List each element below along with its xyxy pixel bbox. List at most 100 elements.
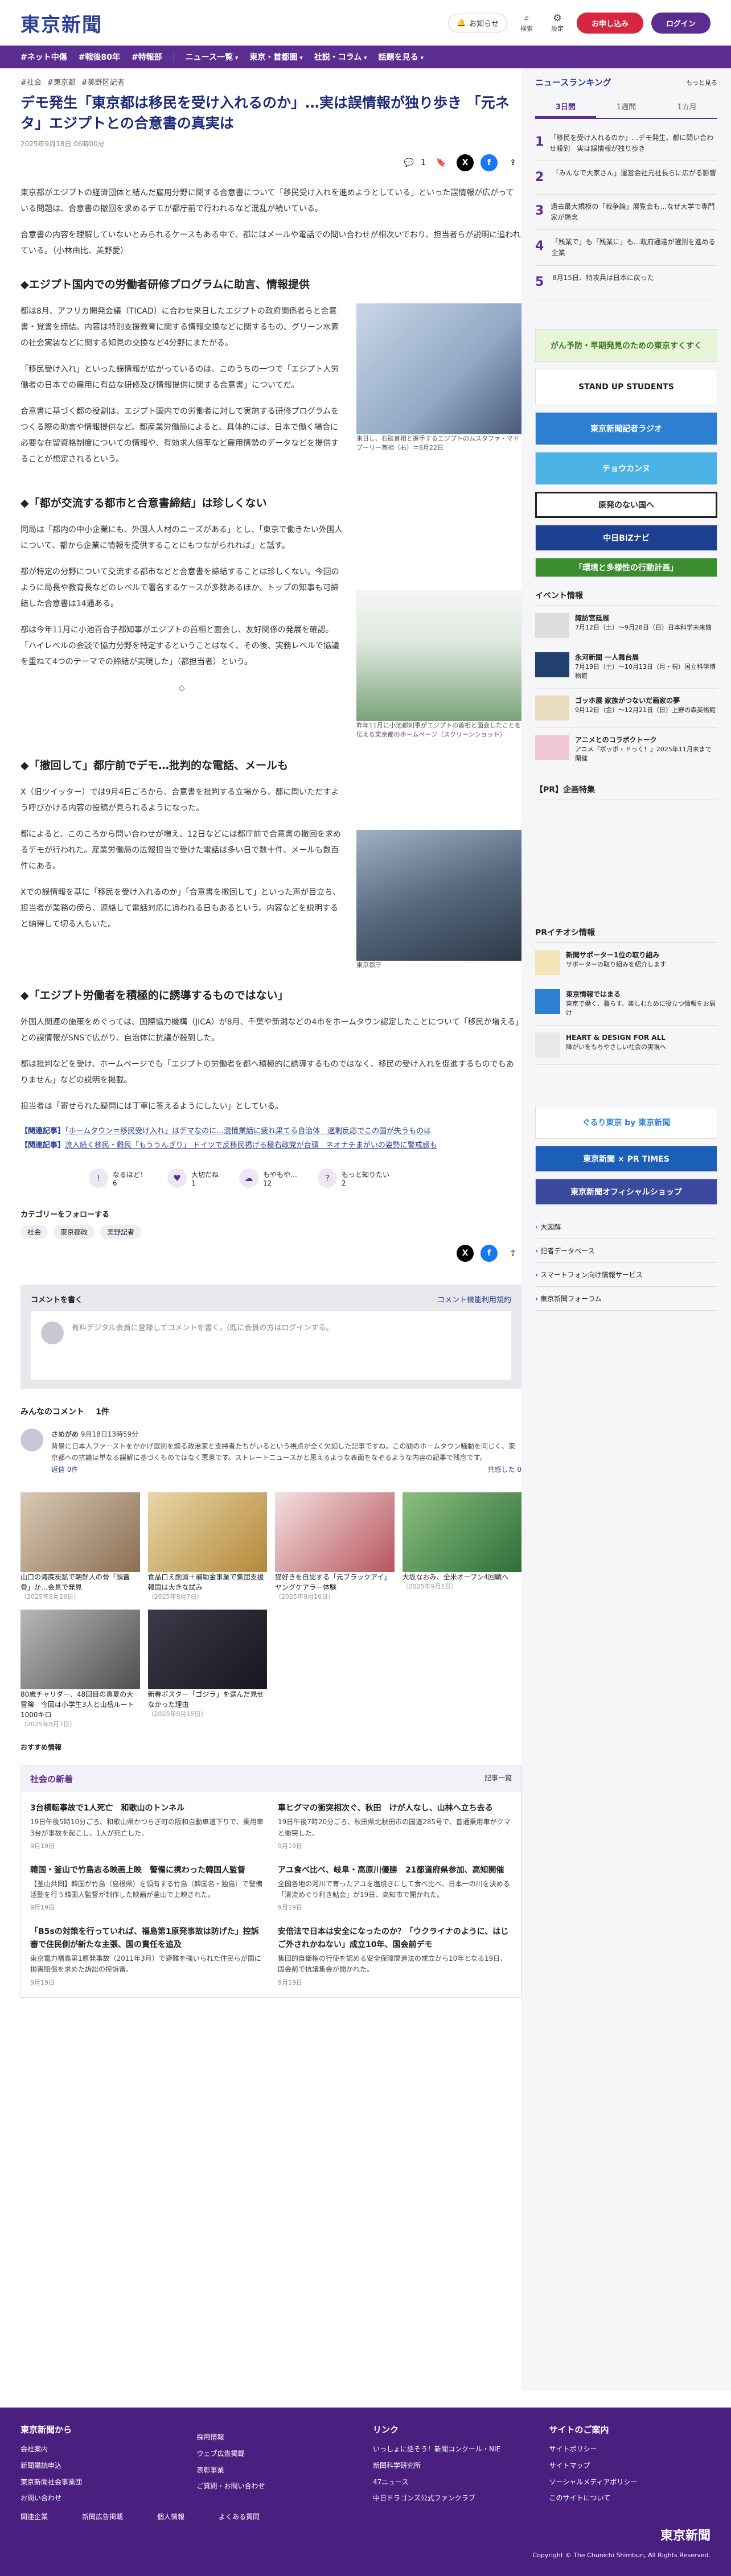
footer-link[interactable]: サイトマップ — [549, 2458, 711, 2474]
news-item[interactable]: 車ヒグマの衝突相次ぐ、秋田 けが人なし、山林へ立ち去る 19日午後7時20分ごろ、… — [278, 1802, 512, 1850]
news-card[interactable]: 大坂なおみ、全米オープン4回戦へ （2025年9月1日） — [402, 1492, 521, 1602]
footer-logo[interactable]: 東京新聞 — [20, 2525, 711, 2544]
news-card[interactable]: 80歳チャリダー、48回目の真夏の大冒険 今回は小学生3人と山岳ルート1000キ… — [20, 1610, 140, 1730]
news-card[interactable]: 山口の海底炭鉱で朝鮮人の骨「頭蓋骨」か…会見で発見 （2025年8月26日） — [20, 1492, 140, 1602]
footer-link[interactable]: 47ニュース — [373, 2474, 535, 2491]
footer-link[interactable]: 新聞購読申込 — [20, 2458, 182, 2474]
banner[interactable]: ぐるり東京 by 東京新聞 — [535, 1105, 717, 1139]
banner[interactable]: 東京新聞記者ラジオ — [535, 411, 717, 445]
nav-editorial[interactable]: 社説・コラム — [314, 51, 367, 63]
banner[interactable]: 中日BiZナビ — [535, 524, 717, 551]
footer-link[interactable]: 新聞広告掲載 — [82, 2509, 123, 2525]
ranking-item[interactable]: 1 「移民を受け入れるのか」…デモ発生、都に問い合わせ殺到 実は誤情報が独り歩き — [535, 126, 717, 162]
ranking-tab-month[interactable]: 1カ月 — [656, 96, 717, 118]
nav-news-list[interactable]: ニュース一覧 — [186, 51, 239, 63]
footer-link[interactable]: 東京新聞社会事業団 — [20, 2474, 182, 2491]
ranking-item[interactable]: 4 「残業で」も「残業に」も…政府通達が選別を進める企業 — [535, 230, 717, 266]
footer-link[interactable]: 会社案内 — [20, 2441, 182, 2458]
event-item[interactable]: ゴッホ展 家族がつないだ画家の夢 9月12日（金）〜12月21日（日）上野の森美術… — [535, 689, 717, 728]
tag-link[interactable]: 社会 — [20, 76, 42, 87]
share-icon[interactable]: ⇪ — [504, 1245, 521, 1262]
news-item[interactable]: 安倍法で日本は安全になったのか？「ウクライナのように、はじご外されかねない」成立… — [278, 1925, 512, 1986]
footer-link[interactable]: よくある質問 — [219, 2509, 260, 2525]
settings-button[interactable]: ⚙ 設定 — [546, 13, 569, 33]
nav-topics[interactable]: 話題を見る — [379, 51, 424, 63]
comment-prompt[interactable]: 有料デジタル会員に登録してコメントを書く。(既に会員の方はログインする。 — [72, 1322, 333, 1369]
side-link[interactable]: スマートフォン向け情報サービス — [535, 1263, 717, 1287]
banner[interactable]: がん予防・早期発見のための東京すくすく — [535, 328, 717, 362]
news-card[interactable]: 食品口え削減＋補助金事業で集団支援 韓国は大きな試み （2025年8月7日） — [147, 1492, 271, 1602]
event-item[interactable]: 永河新聞 一人舞台展 7月19日（土）〜10月13日（月・祝）国立科学博物館 — [535, 645, 717, 689]
tag-link[interactable]: 東京都 — [47, 76, 76, 87]
nav-tag-1[interactable]: #ネット中傷 — [20, 51, 67, 63]
follow-chip[interactable]: 社会 — [20, 1225, 48, 1240]
banner[interactable]: チョウカンヌ — [535, 451, 717, 485]
side-link[interactable]: 記者データベース — [535, 1239, 717, 1263]
notification-button[interactable]: 🔔 お知らせ — [448, 13, 507, 32]
news-card[interactable]: 新春ポスター「ゴジラ」を選んだ見せなかった理由 （2025年9月15日） — [147, 1610, 267, 1730]
reaction-button[interactable]: ☁ もやもや… 12 — [239, 1168, 297, 1188]
banner[interactable]: 東京新聞 × PR TIMES — [535, 1145, 717, 1172]
comment-rules-link[interactable]: コメント機能利用規約 — [437, 1294, 511, 1305]
reply-link[interactable]: 返信 0件 — [51, 1464, 78, 1475]
pr-item[interactable]: HEART & DESIGN FOR ALL 障がいをもちやさしい社会の実現へ — [535, 1026, 717, 1065]
nav-tag-3[interactable]: #特報部 — [132, 51, 162, 63]
ranking-tab-3days[interactable]: 3日間 — [535, 96, 596, 118]
photo-tokyo-city-hall[interactable] — [356, 829, 521, 961]
footer-link[interactable]: いっしょに話そう！新聞コンクール・NIE — [373, 2441, 535, 2458]
news-item[interactable]: 3台横転事故で1人死亡 和歌山のトンネル 19日午後5時10分ごろ、和歌山県かつら… — [30, 1802, 264, 1850]
x-share-icon[interactable]: X — [457, 1245, 474, 1262]
site-logo[interactable]: 東京新聞 — [20, 9, 102, 37]
related-link-1[interactable]: 「ホームタウン＝移民受け入れ」はデマなのに…混情業話に疲れ果てる自治体 過剰反応… — [65, 1127, 431, 1135]
related-link-2[interactable]: 流入続く移民・難民「もううんざり」 ドイツで反移民掲げる極右政党が台頭 ネオナチ… — [65, 1141, 437, 1150]
ranking-tab-week[interactable]: 1週間 — [596, 96, 657, 118]
footer-link[interactable]: サイトポリシー — [549, 2441, 711, 2458]
side-link[interactable]: 大図解 — [535, 1215, 717, 1239]
facebook-share-icon[interactable]: f — [481, 1245, 498, 1262]
bookmark-icon[interactable]: 🔖 — [433, 154, 450, 171]
subscribe-button[interactable]: お申し込み — [576, 12, 643, 34]
login-button[interactable]: ログイン — [651, 12, 711, 34]
nav-tokyo[interactable]: 東京・首都圏 — [249, 51, 302, 63]
ranking-more[interactable]: もっと見る — [686, 78, 717, 87]
footer-link[interactable]: 表彰事業 — [197, 2462, 359, 2479]
photo-homepage-screenshot[interactable] — [356, 590, 521, 721]
footer-link[interactable]: ウェブ広告掲載 — [197, 2446, 359, 2462]
pr-item[interactable]: 新聞サポーター1位の取り組み サポーターの取り組みを紹介します — [535, 943, 717, 982]
x-share-icon[interactable]: X — [457, 154, 474, 171]
tag-link[interactable]: 美野区記者 — [81, 76, 125, 87]
news-item[interactable]: アユ食べ比べ、岐阜・高原川優勝 21都道府県参加、高知開催 全国各地の河川で育った… — [278, 1864, 512, 1912]
latest-news-more[interactable]: 記事一覧 — [484, 1773, 512, 1785]
banner[interactable]: 東京新聞オフィシャルショップ — [535, 1178, 717, 1205]
footer-link[interactable]: お問い合わせ — [20, 2490, 182, 2507]
footer-link[interactable]: 新聞科学研究所 — [373, 2458, 535, 2474]
banner[interactable]: 「環境と多様性の行動計画」 — [535, 557, 717, 577]
news-item[interactable]: 「B5sの対策を行っていれば、福島第1原発事故は防げた」控訴審で住民側が新たな主… — [30, 1925, 264, 1986]
reaction-button[interactable]: ♥ 大切だね 1 — [167, 1168, 219, 1188]
photo-leaders-handshake[interactable] — [356, 303, 521, 434]
ranking-item[interactable]: 3 過去最大規模の「戦争論」展覧会も…なぜ大学で専門家が懸念 — [535, 195, 717, 231]
facebook-share-icon[interactable]: f — [481, 154, 498, 171]
pr-item[interactable]: 東京情報ではまる 東京で働く、暮らす、楽しむために役立つ情報をお届け — [535, 982, 717, 1026]
reaction-button[interactable]: ? もっと知りたい 2 — [318, 1168, 389, 1188]
event-item[interactable]: 諏訪宮廷展 7月12日（土）〜9月28日（日）日本科学未来館 — [535, 606, 717, 645]
ranking-item[interactable]: 5 8月15日、特攻兵は日本に戻った — [535, 266, 717, 299]
footer-link[interactable]: 採用情報 — [197, 2429, 359, 2446]
banner[interactable]: STAND UP STUDENTS — [535, 368, 717, 405]
helpful-button[interactable]: 共感した 0 — [488, 1464, 521, 1475]
side-link[interactable]: 東京新聞フォーラム — [535, 1287, 717, 1311]
comment-input[interactable]: 有料デジタル会員に登録してコメントを書く。(既に会員の方はログインする。 — [31, 1311, 511, 1380]
comment-icon[interactable]: 💬 — [404, 158, 414, 167]
banner[interactable]: 原発のない国へ — [535, 491, 717, 518]
search-button[interactable]: ⌕ 検索 — [515, 13, 538, 33]
follow-chip[interactable]: 東京都政 — [54, 1225, 95, 1240]
footer-link[interactable]: 中日ドラゴンズ公式ファンクラブ — [373, 2490, 535, 2507]
footer-link[interactable]: ソーシャルメディアポリシー — [549, 2474, 711, 2491]
footer-link[interactable]: このサイトについて — [549, 2490, 711, 2507]
follow-chip[interactable]: 美野記者 — [100, 1225, 142, 1240]
share-icon[interactable]: ⇪ — [504, 154, 521, 171]
footer-link[interactable]: ご質問・お問い合わせ — [197, 2478, 359, 2495]
news-card[interactable]: 猫好きを自認する「元ブラックアイ」ヤングケアラー体験 （2025年9月16日） — [275, 1492, 395, 1602]
ranking-item[interactable]: 2 「みんなで大家さん」運営会社元社長らに広がる影響 — [535, 161, 717, 195]
reaction-button[interactable]: ! なるほど！ 6 — [89, 1168, 147, 1188]
